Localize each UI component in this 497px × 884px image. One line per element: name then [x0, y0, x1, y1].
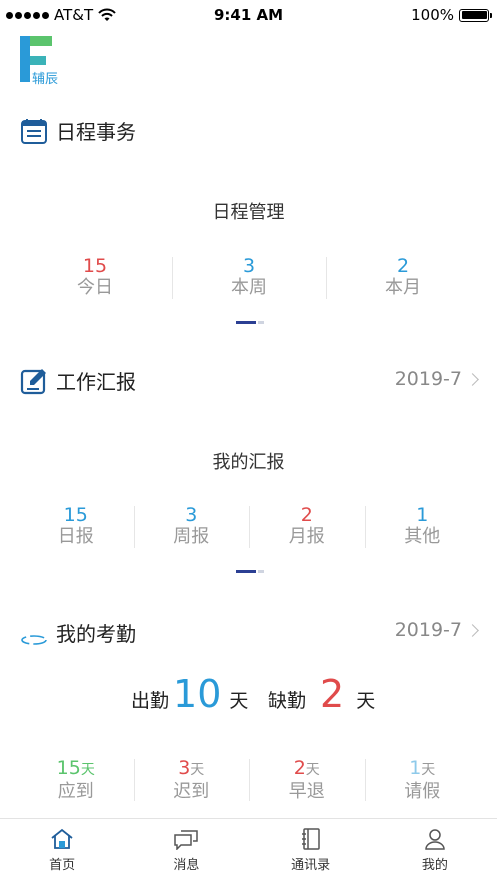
attendance-stats: 15天 应到 3天 迟到 2天 早退 1天 请假 — [18, 757, 480, 803]
stat-unit: 天 — [80, 762, 95, 778]
stat-value: 3 — [178, 757, 191, 779]
stat-week[interactable]: 3 本周 — [172, 255, 326, 299]
absent-label: 缺勤 — [268, 690, 307, 712]
stat-label: 请假 — [404, 781, 441, 802]
stat-value: 15 — [56, 757, 81, 779]
stat-other-report[interactable]: 1 其他 — [364, 504, 481, 548]
report-subtitle: 我的汇报 — [212, 452, 285, 473]
stat-value: 2 — [293, 757, 306, 779]
stat-label: 周报 — [173, 526, 210, 547]
absent-unit: 天 — [356, 690, 376, 712]
tab-contacts[interactable]: 通讯录 — [249, 819, 373, 884]
tab-label: 通讯录 — [291, 858, 331, 873]
schedule-title: 日程事务 — [56, 120, 136, 144]
battery-label: 100% — [411, 6, 454, 24]
stat-label: 今日 — [77, 277, 113, 298]
tab-messages[interactable]: 消息 — [124, 819, 248, 884]
stat-label: 本月 — [385, 277, 421, 298]
stat-today[interactable]: 15 今日 — [18, 255, 172, 299]
schedule-subtitle: 日程管理 — [212, 202, 285, 223]
attendance-date-selector[interactable]: 2019-7 — [394, 619, 479, 641]
attendance-absent-summary: 缺勤 2 天 — [268, 672, 375, 716]
present-label: 出勤 — [131, 690, 170, 712]
stat-weekly-report[interactable]: 3 周报 — [133, 504, 250, 548]
stat-value: 2 — [396, 255, 410, 277]
report-stats: 15 日报 3 周报 2 月报 1 其他 — [18, 504, 480, 548]
stat-value: 15 — [63, 504, 88, 526]
present-value: 10 — [173, 672, 222, 716]
stat-value: 3 — [242, 255, 256, 277]
attendance-header[interactable]: 我的考勤 — [20, 618, 136, 647]
chevron-right-icon — [466, 623, 479, 637]
absent-value: 2 — [320, 672, 345, 716]
stat-label: 应到 — [57, 781, 94, 802]
battery-icon — [459, 8, 492, 22]
stat-daily-report[interactable]: 15 日报 — [18, 504, 134, 548]
present-unit: 天 — [229, 690, 249, 712]
attendance-date: 2019-7 — [394, 619, 462, 641]
stat-unit: 天 — [421, 762, 436, 778]
stat-value: 3 — [185, 504, 198, 526]
tab-label: 我的 — [421, 858, 448, 873]
attendance-present-summary: 出勤 10 天 — [131, 672, 248, 716]
schedule-header[interactable]: 日程事务 — [20, 116, 136, 145]
report-page-indicator[interactable] — [236, 570, 264, 573]
attendance-title: 我的考勤 — [56, 622, 136, 646]
status-bar: AT&T 9:41 AM 100% — [0, 0, 497, 30]
tab-label: 消息 — [173, 858, 200, 873]
stat-early-leave[interactable]: 2天 早退 — [249, 757, 365, 803]
tab-label: 首页 — [49, 858, 76, 873]
stat-late[interactable]: 3天 迟到 — [133, 757, 250, 803]
tab-bar: 首页 消息 通讯录 我的 — [0, 818, 497, 884]
stat-monthly-report[interactable]: 2 月报 — [249, 504, 365, 548]
stat-value: 1 — [409, 757, 422, 779]
home-icon — [51, 828, 73, 849]
report-date-selector[interactable]: 2019-7 — [394, 368, 479, 390]
message-icon — [174, 830, 199, 850]
stat-expected[interactable]: 15天 应到 — [18, 757, 134, 803]
edit-icon — [20, 368, 46, 394]
stat-leave[interactable]: 1天 请假 — [364, 757, 481, 803]
attendance-icon — [21, 634, 47, 645]
stat-value: 1 — [416, 504, 429, 526]
stat-label: 日报 — [57, 526, 94, 547]
report-title: 工作汇报 — [56, 370, 136, 394]
stat-label: 月报 — [288, 526, 325, 547]
stat-label: 早退 — [288, 781, 325, 802]
report-header[interactable]: 工作汇报 — [20, 366, 136, 395]
schedule-stats: 15 今日 3 本周 2 本月 — [18, 255, 480, 299]
stat-label: 迟到 — [173, 781, 210, 802]
user-icon — [425, 829, 445, 850]
calendar-icon — [21, 118, 47, 144]
report-date: 2019-7 — [394, 368, 462, 390]
stat-label: 其他 — [404, 526, 441, 547]
stat-unit: 天 — [305, 762, 320, 778]
stat-value: 15 — [82, 255, 108, 277]
stat-value: 2 — [300, 504, 313, 526]
stat-month[interactable]: 2 本月 — [326, 255, 480, 299]
tab-profile[interactable]: 我的 — [373, 819, 497, 884]
stat-unit: 天 — [190, 762, 205, 778]
logo-text: 辅辰 — [32, 72, 59, 87]
chevron-right-icon — [466, 372, 479, 386]
contacts-icon — [301, 828, 320, 850]
app-logo: 辅辰 — [18, 34, 78, 88]
schedule-page-indicator[interactable] — [236, 321, 264, 324]
tab-home[interactable]: 首页 — [0, 819, 124, 884]
stat-label: 本周 — [231, 277, 267, 298]
